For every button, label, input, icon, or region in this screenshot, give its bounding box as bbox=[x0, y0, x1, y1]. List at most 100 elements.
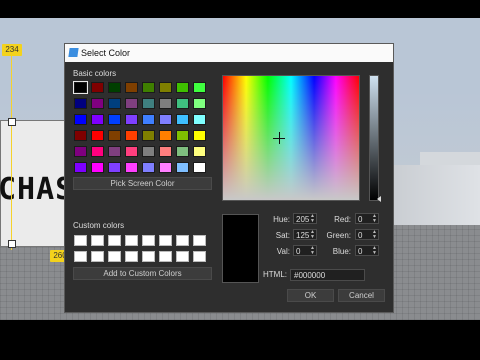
basic-color-swatch[interactable] bbox=[193, 114, 206, 125]
val-label: Val: bbox=[276, 247, 290, 256]
basic-color-swatch[interactable] bbox=[159, 82, 172, 93]
select-color-dialog: Select Color Basic colors Pick Screen Co… bbox=[64, 43, 394, 313]
custom-colors-grid bbox=[74, 235, 214, 262]
resize-handle-bottom[interactable] bbox=[8, 240, 16, 248]
custom-color-swatch[interactable] bbox=[91, 251, 104, 262]
value-slider[interactable] bbox=[369, 75, 379, 201]
basic-color-swatch[interactable] bbox=[159, 130, 172, 141]
basic-color-swatch[interactable] bbox=[91, 98, 104, 109]
spin-arrows-icon[interactable]: ▲ ▼ bbox=[372, 214, 377, 224]
red-value: 0 bbox=[358, 215, 363, 224]
basic-color-swatch[interactable] bbox=[108, 146, 121, 157]
spin-arrows-icon[interactable]: ▲ ▼ bbox=[372, 246, 377, 256]
basic-color-swatch[interactable] bbox=[125, 162, 138, 173]
basic-color-swatch[interactable] bbox=[176, 146, 189, 157]
basic-color-swatch[interactable] bbox=[193, 82, 206, 93]
resize-handle-top[interactable] bbox=[8, 118, 16, 126]
basic-color-swatch[interactable] bbox=[176, 162, 189, 173]
basic-color-swatch[interactable] bbox=[193, 130, 206, 141]
basic-color-swatch[interactable] bbox=[176, 98, 189, 109]
basic-color-swatch[interactable] bbox=[91, 82, 104, 93]
spin-arrows-icon[interactable]: ▲ ▼ bbox=[310, 246, 315, 256]
basic-color-swatch[interactable] bbox=[108, 162, 121, 173]
basic-color-swatch[interactable] bbox=[125, 114, 138, 125]
value-slider-arrow-icon[interactable] bbox=[377, 196, 381, 202]
basic-color-swatch[interactable] bbox=[74, 114, 87, 125]
basic-color-swatch[interactable] bbox=[176, 130, 189, 141]
basic-color-swatch[interactable] bbox=[142, 162, 155, 173]
html-label: HTML: bbox=[263, 270, 287, 279]
basic-color-swatch[interactable] bbox=[91, 130, 104, 141]
custom-color-swatch[interactable] bbox=[193, 251, 206, 262]
custom-color-swatch[interactable] bbox=[142, 235, 155, 246]
basic-color-swatch[interactable] bbox=[142, 114, 155, 125]
basic-color-swatch[interactable] bbox=[91, 162, 104, 173]
basic-color-swatch[interactable] bbox=[108, 82, 121, 93]
add-to-custom-colors-button[interactable]: Add to Custom Colors bbox=[73, 267, 212, 280]
basic-color-swatch[interactable] bbox=[108, 130, 121, 141]
picker-crosshair-v bbox=[279, 132, 280, 144]
green-spinbox[interactable]: 0 ▲ ▼ bbox=[355, 229, 379, 240]
letterbox-bottom bbox=[0, 320, 480, 360]
basic-color-swatch[interactable] bbox=[125, 98, 138, 109]
basic-color-swatch[interactable] bbox=[108, 98, 121, 109]
custom-color-swatch[interactable] bbox=[176, 251, 189, 262]
basic-color-swatch[interactable] bbox=[159, 146, 172, 157]
red-spinbox[interactable]: 0 ▲ ▼ bbox=[355, 213, 379, 224]
sat-spinbox[interactable]: 125 ▲ ▼ bbox=[293, 229, 317, 240]
basic-colors-grid bbox=[73, 81, 212, 173]
blue-spinbox[interactable]: 0 ▲ ▼ bbox=[355, 245, 379, 256]
green-value: 0 bbox=[358, 231, 363, 240]
custom-color-swatch[interactable] bbox=[176, 235, 189, 246]
custom-color-swatch[interactable] bbox=[159, 251, 172, 262]
custom-color-swatch[interactable] bbox=[108, 235, 121, 246]
basic-color-swatch[interactable] bbox=[142, 146, 155, 157]
basic-color-swatch[interactable] bbox=[108, 114, 121, 125]
basic-color-swatch[interactable] bbox=[125, 130, 138, 141]
hue-saturation-picker[interactable] bbox=[222, 75, 360, 201]
basic-color-swatch[interactable] bbox=[142, 98, 155, 109]
pick-screen-color-button[interactable]: Pick Screen Color bbox=[73, 177, 212, 190]
custom-color-swatch[interactable] bbox=[159, 235, 172, 246]
basic-color-swatch[interactable] bbox=[193, 146, 206, 157]
basic-color-swatch[interactable] bbox=[159, 114, 172, 125]
basic-color-swatch[interactable] bbox=[142, 82, 155, 93]
val-spinbox[interactable]: 0 ▲ ▼ bbox=[293, 245, 317, 256]
custom-color-swatch[interactable] bbox=[91, 235, 104, 246]
dialog-titlebar[interactable]: Select Color bbox=[65, 44, 393, 62]
basic-color-swatch[interactable] bbox=[91, 146, 104, 157]
basic-color-swatch[interactable] bbox=[73, 81, 88, 94]
basic-colors-label: Basic colors bbox=[73, 69, 117, 78]
html-color-input[interactable]: #000000 bbox=[290, 269, 365, 281]
ok-button[interactable]: OK bbox=[287, 289, 334, 302]
hue-label: Hue: bbox=[273, 215, 290, 224]
spin-arrows-icon[interactable]: ▲ ▼ bbox=[310, 214, 315, 224]
basic-color-swatch[interactable] bbox=[125, 146, 138, 157]
spin-arrows-icon[interactable]: ▲ ▼ bbox=[310, 230, 315, 240]
basic-color-swatch[interactable] bbox=[74, 146, 87, 157]
basic-color-swatch[interactable] bbox=[159, 98, 172, 109]
custom-color-swatch[interactable] bbox=[125, 251, 138, 262]
spin-arrows-icon[interactable]: ▲ ▼ bbox=[372, 230, 377, 240]
basic-color-swatch[interactable] bbox=[74, 98, 87, 109]
custom-color-swatch[interactable] bbox=[108, 251, 121, 262]
custom-color-swatch[interactable] bbox=[125, 235, 138, 246]
custom-color-swatch[interactable] bbox=[142, 251, 155, 262]
basic-color-swatch[interactable] bbox=[91, 114, 104, 125]
basic-color-swatch[interactable] bbox=[74, 130, 87, 141]
basic-color-swatch[interactable] bbox=[159, 162, 172, 173]
sat-value: 125 bbox=[296, 231, 310, 240]
hue-spinbox[interactable]: 205 ▲ ▼ bbox=[293, 213, 317, 224]
basic-color-swatch[interactable] bbox=[176, 82, 189, 93]
basic-color-swatch[interactable] bbox=[176, 114, 189, 125]
basic-color-swatch[interactable] bbox=[125, 82, 138, 93]
basic-color-swatch[interactable] bbox=[74, 162, 87, 173]
custom-color-swatch[interactable] bbox=[74, 235, 87, 246]
basic-color-swatch[interactable] bbox=[193, 162, 206, 173]
letterbox-top bbox=[0, 0, 480, 18]
basic-color-swatch[interactable] bbox=[193, 98, 206, 109]
cancel-button[interactable]: Cancel bbox=[338, 289, 385, 302]
custom-color-swatch[interactable] bbox=[193, 235, 206, 246]
custom-color-swatch[interactable] bbox=[74, 251, 87, 262]
basic-color-swatch[interactable] bbox=[142, 130, 155, 141]
